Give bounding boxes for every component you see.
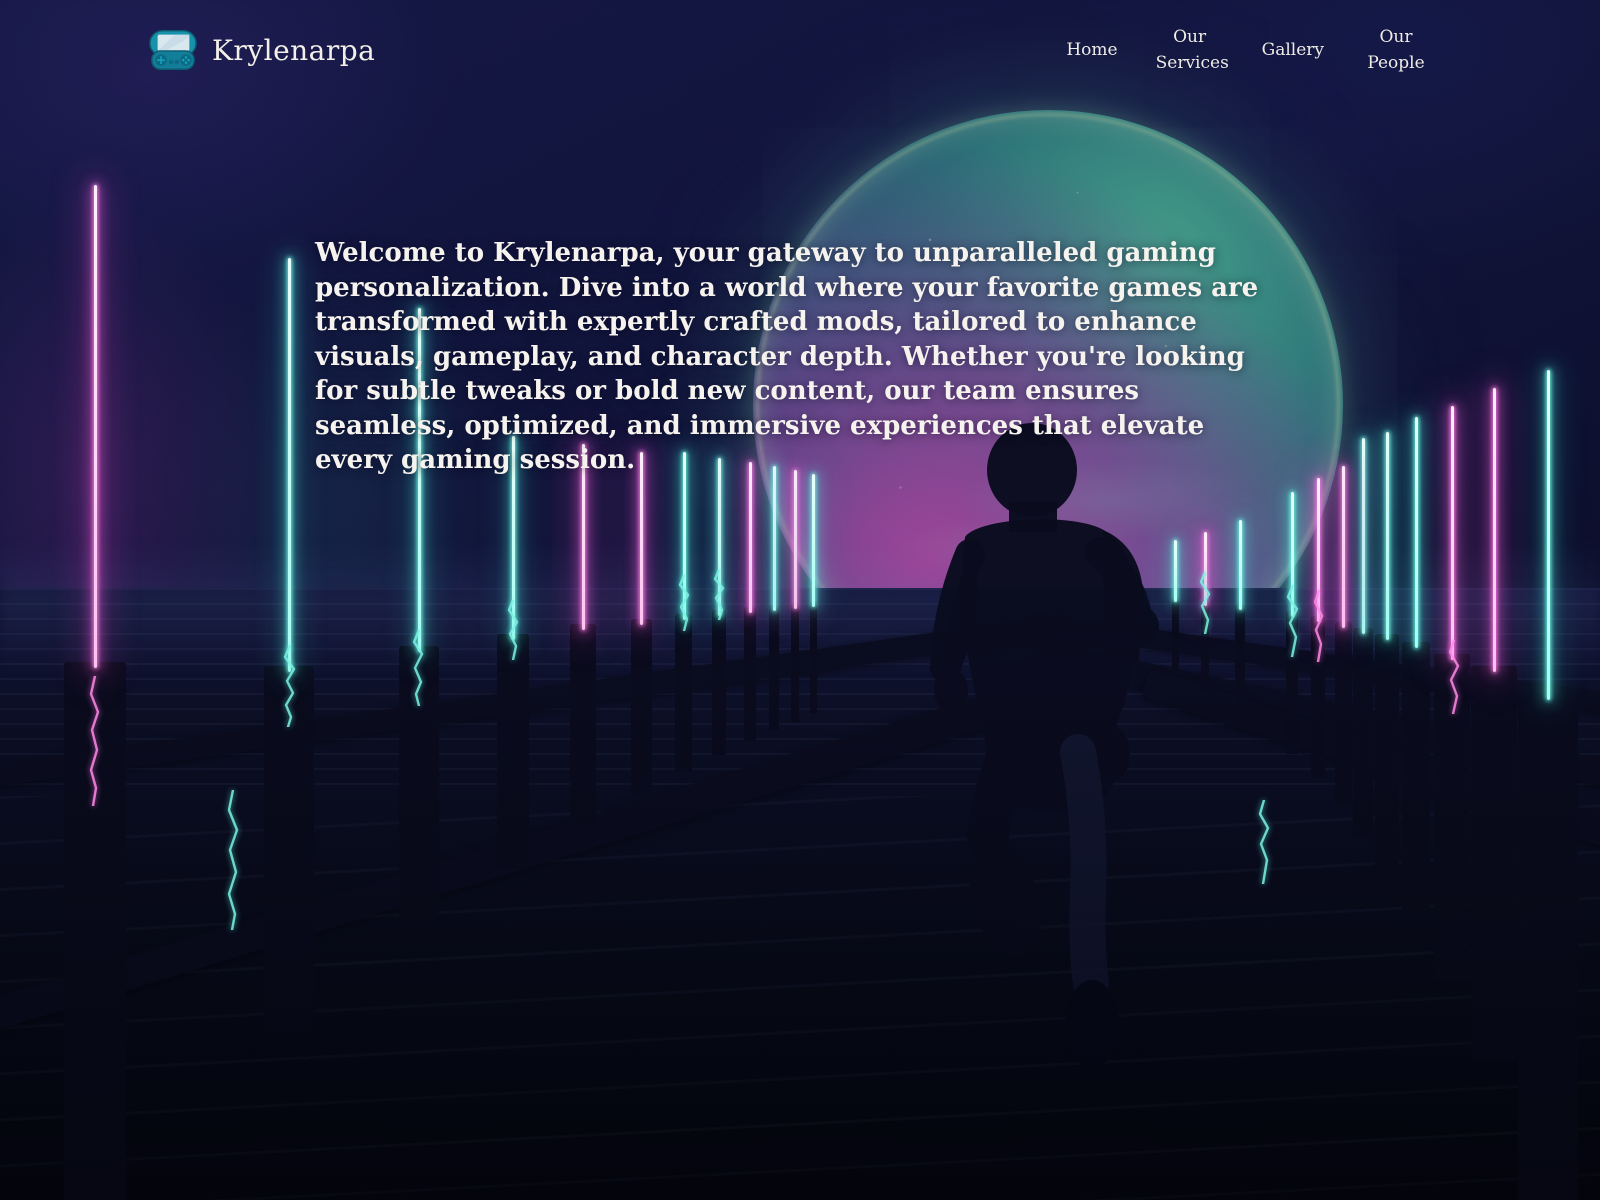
fence-post (1402, 642, 1430, 915)
fence-post (1518, 694, 1578, 1200)
neon-tube (794, 470, 797, 609)
neon-reflection (86, 676, 104, 806)
fence-post (769, 605, 779, 730)
neon-tube (1174, 540, 1177, 602)
fence-post (497, 634, 529, 868)
neon-reflection (1284, 585, 1302, 657)
neon-tube (640, 452, 643, 625)
fence-post (810, 601, 817, 714)
fence-post (791, 603, 799, 722)
runner-silhouette-illustration (895, 422, 1173, 1082)
neon-reflection (1197, 572, 1213, 634)
fence-post (744, 607, 756, 741)
neon-reflection (1310, 590, 1328, 662)
neon-reflection (711, 570, 727, 620)
site-header: Krylenarpa Home Our Services Gallery Our… (0, 0, 1600, 100)
fence-post (1172, 596, 1179, 672)
neon-tube (1239, 520, 1242, 610)
fence-post (712, 610, 726, 755)
neon-tube (288, 258, 291, 672)
krylenarpa-landing-page: { "brand": { "name": "Krylenarpa", "logo… (0, 0, 1600, 1200)
neon-tube (1342, 466, 1345, 628)
neon-tube (773, 466, 776, 611)
neon-tube (1451, 406, 1454, 660)
neon-reflection (1255, 800, 1273, 884)
fence-post (675, 614, 692, 772)
neon-reflection (410, 630, 428, 706)
brand-name: Krylenarpa (212, 34, 375, 67)
game-console-icon (148, 28, 198, 72)
fence-post (1375, 634, 1399, 870)
neon-reflection (224, 790, 242, 930)
nav-item-gallery[interactable]: Gallery (1262, 37, 1324, 63)
neon-reflection (676, 575, 692, 631)
fence-post (1353, 628, 1373, 835)
neon-tube (94, 185, 97, 668)
nav-item-our-people[interactable]: Our People (1362, 24, 1430, 76)
fence-post (631, 619, 652, 795)
nav-item-our-services[interactable]: Our Services (1156, 24, 1224, 76)
neon-tube (749, 462, 752, 613)
neon-reflection (1445, 640, 1463, 714)
neon-reflection (281, 645, 299, 727)
fence-post (1235, 604, 1245, 716)
neon-tube (1493, 388, 1496, 672)
neon-tube (1386, 432, 1389, 640)
fence-post (570, 624, 596, 825)
neon-reflection (505, 600, 521, 660)
brand[interactable]: Krylenarpa (148, 28, 375, 72)
neon-tube (1547, 370, 1550, 700)
neon-tube (1415, 417, 1418, 648)
nav-item-home[interactable]: Home (1066, 37, 1117, 63)
neon-tube (1362, 438, 1365, 634)
hero-paragraph: Welcome to Krylenarpa, your gateway to u… (315, 236, 1270, 478)
fence-post (1335, 622, 1352, 805)
fence-post (1471, 666, 1517, 1060)
main-nav: Home Our Services Gallery Our People (1066, 24, 1430, 76)
neon-tube (812, 474, 815, 607)
